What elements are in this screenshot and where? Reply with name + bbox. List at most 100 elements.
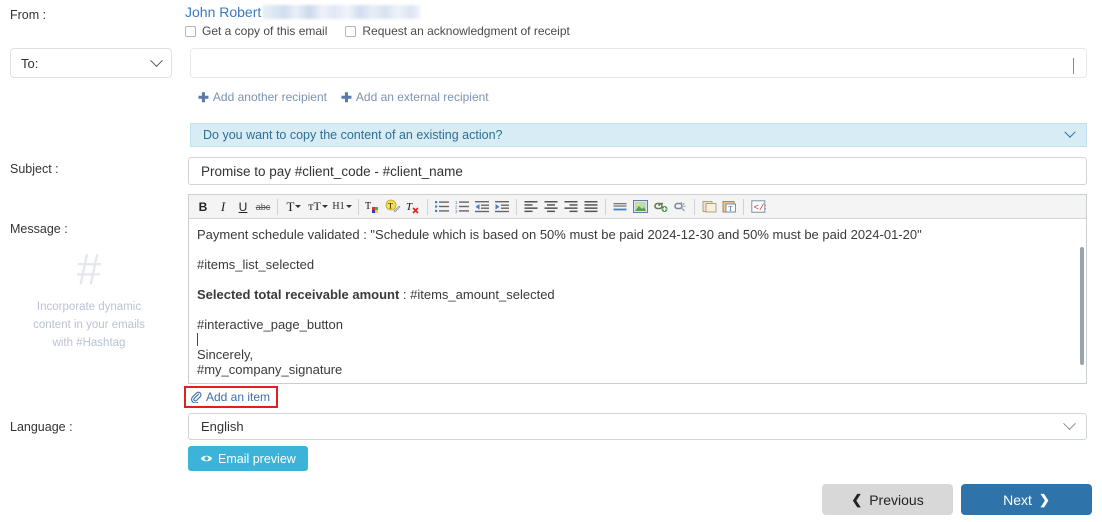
toolbar-divider xyxy=(694,198,695,215)
subject-input[interactable]: Promise to pay #client_code - #client_na… xyxy=(188,157,1087,185)
editor-scrollbar[interactable] xyxy=(1080,247,1084,365)
strikethrough-icon[interactable]: abc xyxy=(253,197,273,217)
email-options-row: Get a copy of this email Request an ackn… xyxy=(185,24,588,38)
copy-existing-action-banner[interactable]: Do you want to copy the content of an ex… xyxy=(190,123,1087,147)
message-line: #my_company_signature xyxy=(197,362,343,377)
eye-icon xyxy=(200,453,213,464)
request-receipt-checkbox[interactable] xyxy=(345,25,357,37)
chevron-down-icon xyxy=(1064,126,1076,138)
sender-name-link[interactable]: John Robert xyxy=(185,4,261,20)
font-family-icon[interactable]: T xyxy=(282,197,306,217)
recipient-input[interactable] xyxy=(190,48,1087,78)
hashtag-icon: # xyxy=(76,245,102,294)
decrease-indent-icon[interactable] xyxy=(472,197,492,217)
email-composer-page: From : John Robert Get a copy of this em… xyxy=(0,0,1102,522)
email-preview-button[interactable]: Email preview xyxy=(188,446,308,471)
add-another-recipient-label: Add another recipient xyxy=(212,90,327,104)
sender-email-redacted xyxy=(262,5,420,19)
add-recipient-links: ✚ Add another recipient ✚ Add an externa… xyxy=(198,90,503,104)
chevron-left-icon: ❮ xyxy=(851,491,863,507)
italic-icon[interactable]: I xyxy=(213,197,233,217)
next-button[interactable]: Next ❯ xyxy=(961,484,1092,515)
toolbar-divider xyxy=(605,198,606,215)
chevron-down-icon xyxy=(1073,58,1074,74)
toolbar-group-paste: T xyxy=(699,197,739,217)
svg-text:3: 3 xyxy=(455,209,458,213)
hint-line-1: Incorporate dynamic xyxy=(36,301,142,313)
add-external-recipient-link[interactable]: ✚ Add an external recipient xyxy=(341,90,489,104)
message-body[interactable]: Payment schedule validated : "Schedule w… xyxy=(189,219,1086,384)
toolbar-divider xyxy=(516,198,517,215)
bold-icon[interactable]: B xyxy=(193,197,213,217)
toolbar-group-list: 1 2 3 xyxy=(432,197,512,217)
toolbar-divider xyxy=(427,198,428,215)
toolbar-divider xyxy=(743,198,744,215)
request-receipt-checkbox-wrap[interactable]: Request an acknowledgment of receipt xyxy=(345,24,570,38)
language-label: Language : xyxy=(10,420,73,434)
add-item-button[interactable]: Add an item xyxy=(184,386,279,408)
text-caret xyxy=(197,332,1072,347)
hint-line-3: with #Hashtag xyxy=(52,337,126,349)
language-select[interactable]: English xyxy=(188,413,1087,440)
toolbar-group-color: T T T xyxy=(363,197,423,217)
recipient-type-select[interactable]: To: xyxy=(10,48,172,78)
hashtag-hint: # Incorporate dynamic content in your em… xyxy=(0,248,178,352)
increase-indent-icon[interactable] xyxy=(492,197,512,217)
get-copy-checkbox-wrap[interactable]: Get a copy of this email xyxy=(185,24,327,38)
toolbar-group-insert xyxy=(610,197,690,217)
hint-line-2: content in your emails xyxy=(33,319,145,331)
align-left-icon[interactable] xyxy=(521,197,541,217)
paste-as-text-icon[interactable]: T xyxy=(719,197,739,217)
subject-label: Subject : xyxy=(10,162,59,176)
chevron-down-icon xyxy=(1063,417,1076,431)
insert-link-icon[interactable] xyxy=(650,197,670,217)
text-color-icon[interactable]: T xyxy=(363,197,383,217)
chevron-down-icon xyxy=(150,53,163,67)
plus-icon: ✚ xyxy=(198,89,209,105)
add-another-recipient-link[interactable]: ✚ Add another recipient xyxy=(198,90,327,104)
numbered-list-icon[interactable]: 1 2 3 xyxy=(452,197,472,217)
recipient-dropdown-toggle[interactable] xyxy=(1073,58,1074,74)
email-preview-label: Email preview xyxy=(218,451,296,466)
chevron-right-icon: ❯ xyxy=(1038,491,1050,507)
language-value: English xyxy=(201,419,244,434)
next-label: Next xyxy=(1003,491,1032,508)
bulleted-list-icon[interactable] xyxy=(432,197,452,217)
svg-text:T: T xyxy=(406,201,413,213)
add-external-recipient-label: Add an external recipient xyxy=(355,90,489,104)
editor-toolbar: B I U abc T ᴛT H1 T T T 1 2 3 T </ xyxy=(189,195,1086,219)
svg-text:</>: </> xyxy=(753,203,765,213)
toolbar-group-font: T ᴛT H1 xyxy=(282,197,354,217)
message-line-bold: Selected total receivable amount xyxy=(197,287,400,302)
align-center-icon[interactable] xyxy=(541,197,561,217)
toolbar-group-basic: B I U abc xyxy=(193,197,273,217)
message-line: Sincerely, xyxy=(197,347,254,362)
get-copy-label[interactable]: Get a copy of this email xyxy=(202,24,327,38)
align-justify-icon[interactable] xyxy=(581,197,601,217)
subject-value: Promise to pay #client_code - #client_na… xyxy=(201,163,463,179)
horizontal-rule-icon[interactable] xyxy=(610,197,630,217)
request-receipt-label[interactable]: Request an acknowledgment of receipt xyxy=(362,24,569,38)
unlink-icon[interactable] xyxy=(670,197,690,217)
toolbar-group-align xyxy=(521,197,601,217)
previous-label: Previous xyxy=(869,491,924,508)
previous-button[interactable]: ❮ Previous xyxy=(822,484,953,515)
message-line-rest: : #items_amount_selected xyxy=(399,287,555,302)
add-item-label: Add an item xyxy=(206,390,271,404)
underline-icon[interactable]: U xyxy=(233,197,253,217)
plus-icon: ✚ xyxy=(340,89,352,105)
font-size-icon[interactable]: ᴛT xyxy=(306,197,330,217)
remove-format-icon[interactable]: T xyxy=(403,197,423,217)
insert-image-icon[interactable] xyxy=(630,197,650,217)
get-copy-checkbox[interactable] xyxy=(185,25,196,37)
paste-icon[interactable] xyxy=(699,197,719,217)
align-right-icon[interactable] xyxy=(561,197,581,217)
recipient-type-value: To: xyxy=(21,55,39,71)
svg-text:T: T xyxy=(388,201,393,210)
source-code-icon[interactable]: </> xyxy=(748,197,768,217)
background-color-icon[interactable]: T xyxy=(383,197,403,217)
heading-icon[interactable]: H1 xyxy=(330,197,354,217)
message-line: #items_list_selected xyxy=(197,257,315,272)
message-editor: B I U abc T ᴛT H1 T T T 1 2 3 T </ Payme… xyxy=(188,194,1087,384)
copy-existing-action-text: Do you want to copy the content of an ex… xyxy=(203,128,503,142)
